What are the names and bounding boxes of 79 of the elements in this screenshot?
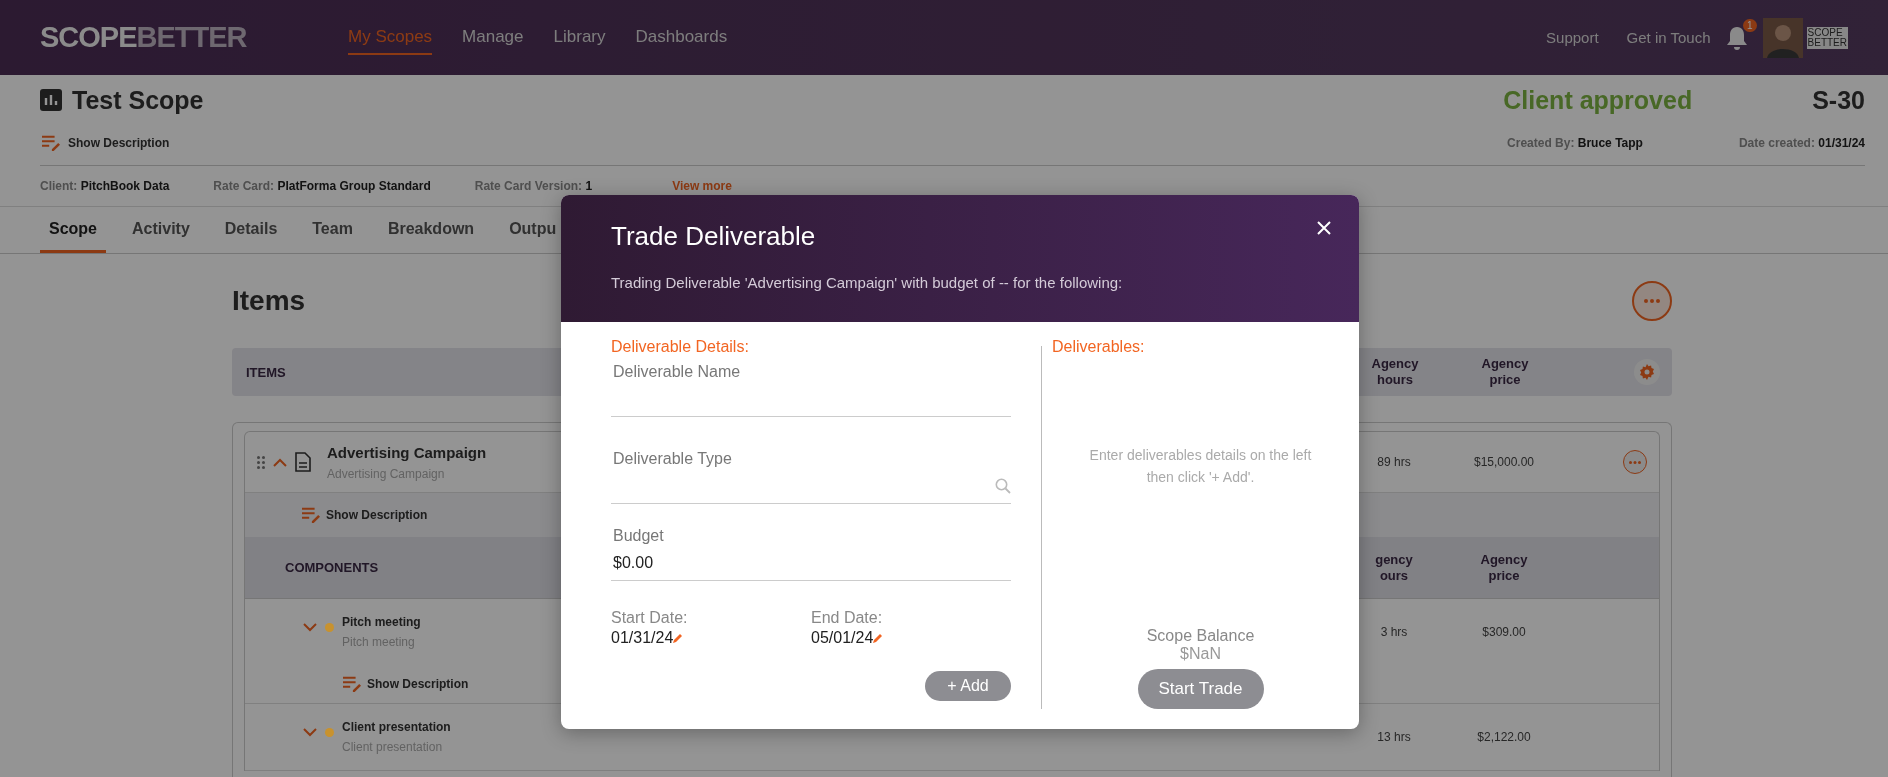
meta-text: Client: PitchBook Data — [40, 179, 170, 193]
header-link[interactable]: Get in Touch — [1626, 29, 1711, 46]
modal-title: Trade Deliverable — [611, 221, 817, 252]
created-by-text: Created By: Bruce Tapp — [1507, 136, 1643, 150]
price-value: $15,000.00 — [1472, 455, 1536, 469]
company-logo: SCOPE BETTER — [1806, 26, 1848, 49]
date-created-text: Date created: 01/31/24 — [1738, 136, 1865, 150]
component-name: Client presentation — [342, 720, 451, 734]
empty-state-text: Enter deliverables details on the left then click '+ Add'. — [1088, 446, 1313, 487]
document-icon — [295, 452, 311, 472]
settings-icon — [1639, 364, 1655, 380]
show-description-link[interactable]: Show Description — [300, 506, 428, 524]
ellipsis-icon — [1629, 460, 1641, 464]
price-value: $2,122.00 — [1476, 730, 1532, 744]
more-options-button[interactable] — [1632, 281, 1672, 321]
balance-label: Scope Balance — [1146, 627, 1255, 645]
close-icon — [1317, 221, 1331, 235]
section-heading: Deliverable Details: — [611, 338, 750, 356]
notification-badge: 1 — [1743, 18, 1757, 32]
description-icon — [40, 134, 62, 152]
tab[interactable]: Scope — [40, 207, 106, 253]
chevron-icon[interactable] — [273, 457, 287, 467]
component-name: Pitch meeting — [342, 615, 421, 629]
section-title: Items — [232, 285, 306, 317]
meta-text: Rate Card: PlatForma Group Standard — [213, 179, 431, 193]
hours-value: 89 hrs — [1376, 455, 1412, 469]
chart-icon — [40, 89, 62, 111]
ellipsis-icon — [1644, 299, 1660, 303]
input-field[interactable]: Deliverable Name — [611, 362, 1011, 417]
nav-link[interactable]: Dashboards — [635, 20, 728, 55]
pencil-icon — [673, 633, 684, 643]
show-description-link[interactable]: Show Description — [40, 134, 170, 152]
description-icon — [300, 506, 322, 524]
section-heading: Deliverables: — [1052, 338, 1145, 356]
more-options-button[interactable] — [1623, 450, 1647, 474]
column-header: Agency price — [1480, 356, 1530, 388]
pencil-icon — [873, 633, 884, 643]
search-icon — [995, 478, 1011, 494]
scope-id: S-30 — [1812, 85, 1865, 115]
chevron-icon[interactable] — [303, 728, 317, 737]
column-header: Agency hours — [1370, 356, 1420, 388]
bell-icon[interactable] — [1724, 24, 1749, 51]
meta-text: Rate Card Version: 1 — [474, 179, 593, 193]
avatar-icon[interactable] — [1762, 17, 1803, 58]
header-link[interactable]: Support — [1546, 29, 1599, 46]
nav-link[interactable]: Library — [553, 20, 606, 55]
date-value[interactable]: 01/31/24 — [611, 629, 674, 647]
tab[interactable]: Breakdown — [378, 207, 484, 253]
logo[interactable]: SCOPEBETTER — [40, 21, 260, 54]
column-header: COMPONENTS — [284, 560, 379, 575]
item-name: Advertising Campaign — [327, 443, 487, 461]
nav-link[interactable]: Manage — [462, 20, 524, 55]
column-header: gency ours — [1374, 551, 1414, 584]
date-label: End Date: — [811, 609, 884, 627]
column-header: ITEMS — [245, 364, 286, 380]
modal-subtitle: Trading Deliverable 'Advertising Campaign' with budget of -- for the following: — [611, 274, 1124, 291]
hours-value: 13 hrs — [1376, 730, 1412, 744]
tab[interactable]: Details — [215, 207, 287, 253]
description-icon — [341, 675, 363, 693]
balance-value: $NaN — [1180, 645, 1221, 663]
view-more-link[interactable]: View more — [672, 179, 732, 193]
start-trade-button[interactable]: Start Trade — [1137, 669, 1264, 709]
tab[interactable]: Activity — [123, 207, 199, 253]
column-header: Agency price — [1479, 551, 1529, 584]
date-value[interactable]: 05/01/24 — [811, 629, 874, 647]
input-field[interactable]: Deliverable Type — [611, 449, 1011, 504]
price-value: $309.00 — [1481, 625, 1527, 639]
scope-title: Test Scope — [72, 85, 204, 115]
tab[interactable]: Outpu — [500, 207, 557, 253]
add-button[interactable]: + Add — [925, 671, 1011, 701]
date-label: Start Date: — [611, 609, 689, 627]
settings-button[interactable] — [1634, 359, 1660, 385]
tab[interactable]: Team — [303, 207, 362, 253]
input-field[interactable]: Budget $0.00 — [611, 526, 1011, 581]
status-text: Client approved — [1503, 85, 1693, 115]
show-description-link[interactable]: Show Description — [341, 675, 469, 693]
chevron-icon[interactable] — [303, 623, 317, 632]
hours-value: 3 hrs — [1379, 625, 1409, 639]
drag-handle-icon[interactable] — [257, 455, 265, 469]
